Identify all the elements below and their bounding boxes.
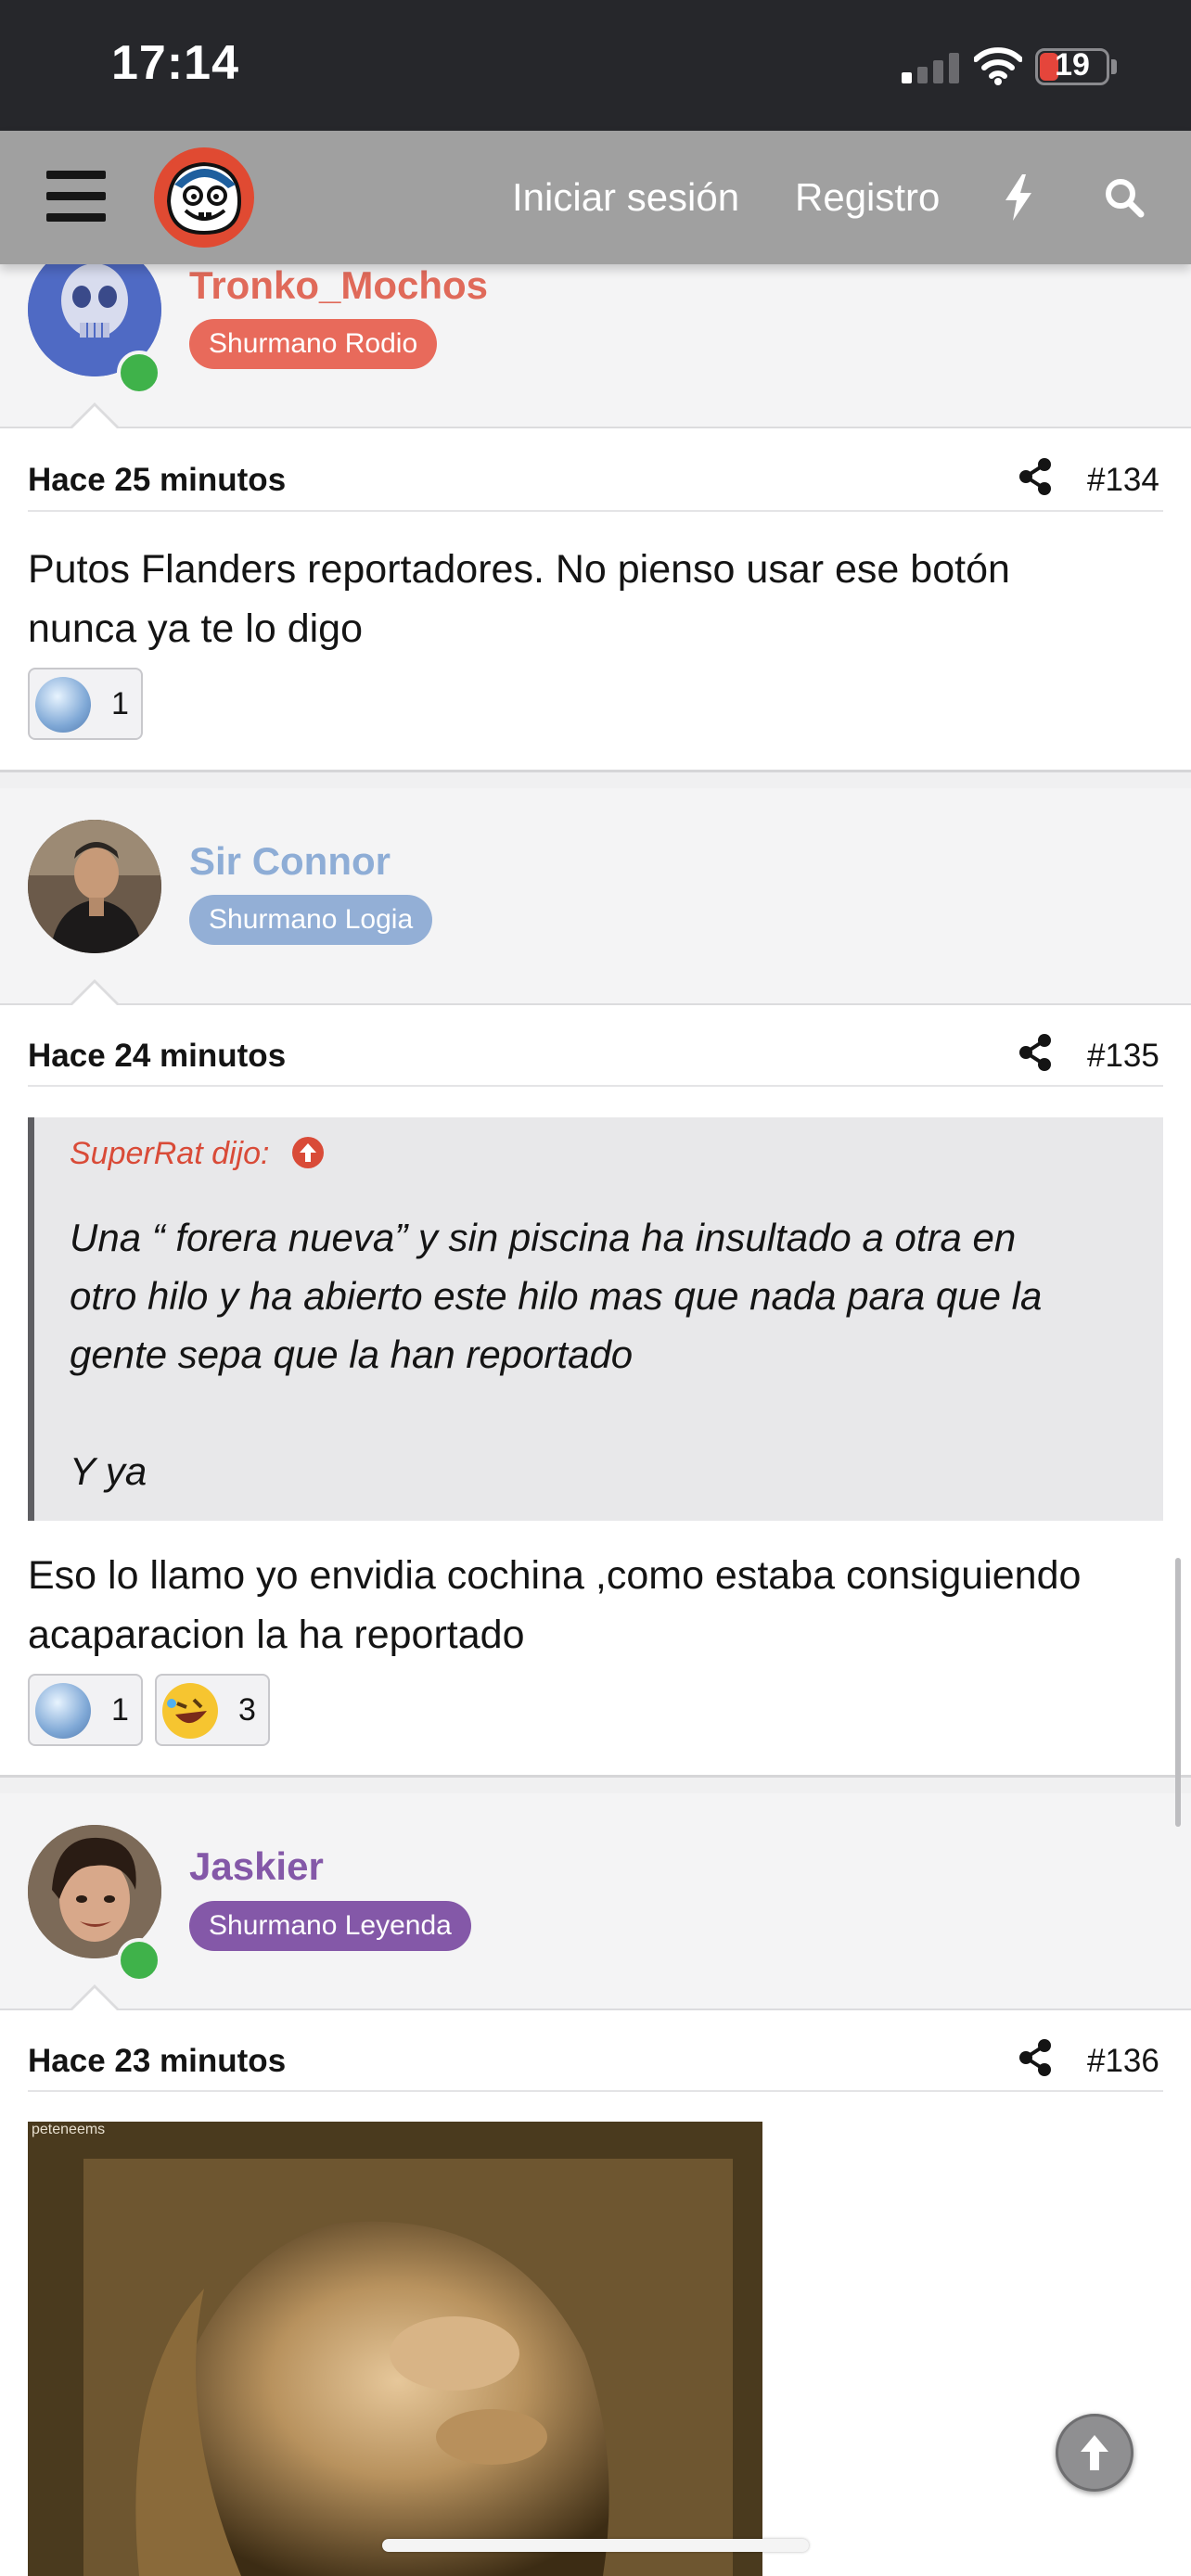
menu-icon[interactable] bbox=[46, 171, 106, 223]
post-gif-image[interactable]: peteneems bbox=[28, 2122, 762, 2576]
post-user-header bbox=[0, 788, 1191, 1005]
post-line: acaparacion la ha reportado bbox=[28, 1613, 525, 1657]
reaction-count: 1 bbox=[111, 686, 129, 721]
site-logo[interactable] bbox=[154, 147, 254, 248]
reaction-count: 3 bbox=[238, 1692, 256, 1728]
quote-line: otro hilo y ha abierto este hilo mas que… bbox=[70, 1274, 1043, 1318]
reaction-count: 1 bbox=[111, 1692, 129, 1728]
post-time[interactable]: Hace 24 minutos bbox=[28, 1038, 286, 1075]
post-body: Putos Flanders reportadores. No pienso u… bbox=[28, 540, 1163, 658]
reaction-button[interactable]: 3 bbox=[155, 1674, 270, 1746]
divider bbox=[28, 2090, 1163, 2092]
divider bbox=[28, 510, 1163, 512]
quote-block: SuperRat dijo: Una “ forera nueva” y sin… bbox=[28, 1117, 1163, 1521]
post-number[interactable]: #134 bbox=[1087, 462, 1159, 499]
online-indicator bbox=[117, 351, 161, 395]
post-separator bbox=[0, 1775, 1191, 1793]
battery-nub bbox=[1111, 59, 1117, 74]
quote-author-label: SuperRat dijo: bbox=[70, 1136, 270, 1171]
post-separator bbox=[0, 770, 1191, 788]
divider bbox=[28, 1085, 1163, 1087]
share-icon[interactable] bbox=[1018, 1034, 1052, 1071]
cellular-signal-icon bbox=[902, 52, 959, 83]
bolt-icon[interactable] bbox=[1004, 174, 1033, 221]
user-rank-badge: Shurmano Leyenda bbox=[189, 1901, 471, 1951]
user-rank-badge: Shurmano Logia bbox=[189, 895, 433, 945]
header-pointer-fill bbox=[72, 983, 117, 1005]
wifi-icon bbox=[973, 46, 1023, 85]
post-number[interactable]: #136 bbox=[1087, 2043, 1159, 2080]
top-nav: Iniciar sesión Registro bbox=[0, 131, 1191, 264]
battery-icon: 19 bbox=[1035, 47, 1109, 85]
post-time[interactable]: Hace 25 minutos bbox=[28, 462, 286, 499]
post-time[interactable]: Hace 23 minutos bbox=[28, 2043, 286, 2080]
diamond-icon bbox=[35, 1683, 91, 1739]
scroll-to-top-button[interactable] bbox=[1056, 2414, 1133, 2492]
post-number[interactable]: #135 bbox=[1087, 1038, 1159, 1075]
header-pointer-fill bbox=[72, 1988, 117, 2010]
post-line: Putos Flanders reportadores. No pienso u… bbox=[28, 547, 1010, 592]
status-time: 17:14 bbox=[111, 36, 239, 90]
diamond-icon bbox=[35, 677, 91, 733]
avatar[interactable] bbox=[28, 820, 161, 953]
quote-line bbox=[70, 1384, 1136, 1442]
online-indicator bbox=[117, 1938, 161, 1983]
quote-line: gente sepa que la han reportado bbox=[70, 1333, 634, 1376]
home-indicator[interactable] bbox=[382, 2539, 809, 2552]
quote-line: Una “ forera nueva” y sin piscina ha ins… bbox=[70, 1216, 1017, 1259]
reaction-button[interactable]: 1 bbox=[28, 1674, 143, 1746]
user-rank-badge: Shurmano Rodio bbox=[189, 319, 438, 369]
post-user-header bbox=[0, 1793, 1191, 2010]
username[interactable]: Tronko_Mochos bbox=[189, 263, 488, 308]
quote-text: Una “ forera nueva” y sin piscina ha ins… bbox=[70, 1208, 1136, 1500]
share-icon[interactable] bbox=[1018, 2039, 1052, 2076]
register-link[interactable]: Registro bbox=[795, 175, 940, 220]
post-line: nunca ya te lo digo bbox=[28, 606, 363, 651]
gif-watermark: peteneems bbox=[32, 2122, 106, 2137]
search-icon[interactable] bbox=[1104, 177, 1145, 218]
username[interactable]: Sir Connor bbox=[189, 839, 391, 884]
username[interactable]: Jaskier bbox=[189, 1844, 324, 1889]
rofl-emoji-icon bbox=[162, 1683, 218, 1739]
reaction-button[interactable]: 1 bbox=[28, 668, 143, 740]
scrollbar[interactable] bbox=[1175, 1558, 1181, 1827]
status-bar: 17:14 19 bbox=[0, 0, 1191, 131]
post-line: Eso lo llamo yo envidia cochina ,como es… bbox=[28, 1553, 1082, 1598]
quote-author[interactable]: SuperRat dijo: bbox=[70, 1136, 325, 1178]
header-pointer-fill bbox=[72, 406, 117, 428]
arrow-up-circle-icon[interactable] bbox=[291, 1136, 325, 1178]
post-body: Eso lo llamo yo envidia cochina ,como es… bbox=[28, 1546, 1163, 1664]
battery-level: 19 bbox=[1055, 47, 1090, 83]
quote-line: Y ya bbox=[70, 1449, 147, 1493]
share-icon[interactable] bbox=[1018, 458, 1052, 495]
login-link[interactable]: Iniciar sesión bbox=[512, 175, 739, 220]
post-user-header bbox=[0, 264, 1191, 428]
